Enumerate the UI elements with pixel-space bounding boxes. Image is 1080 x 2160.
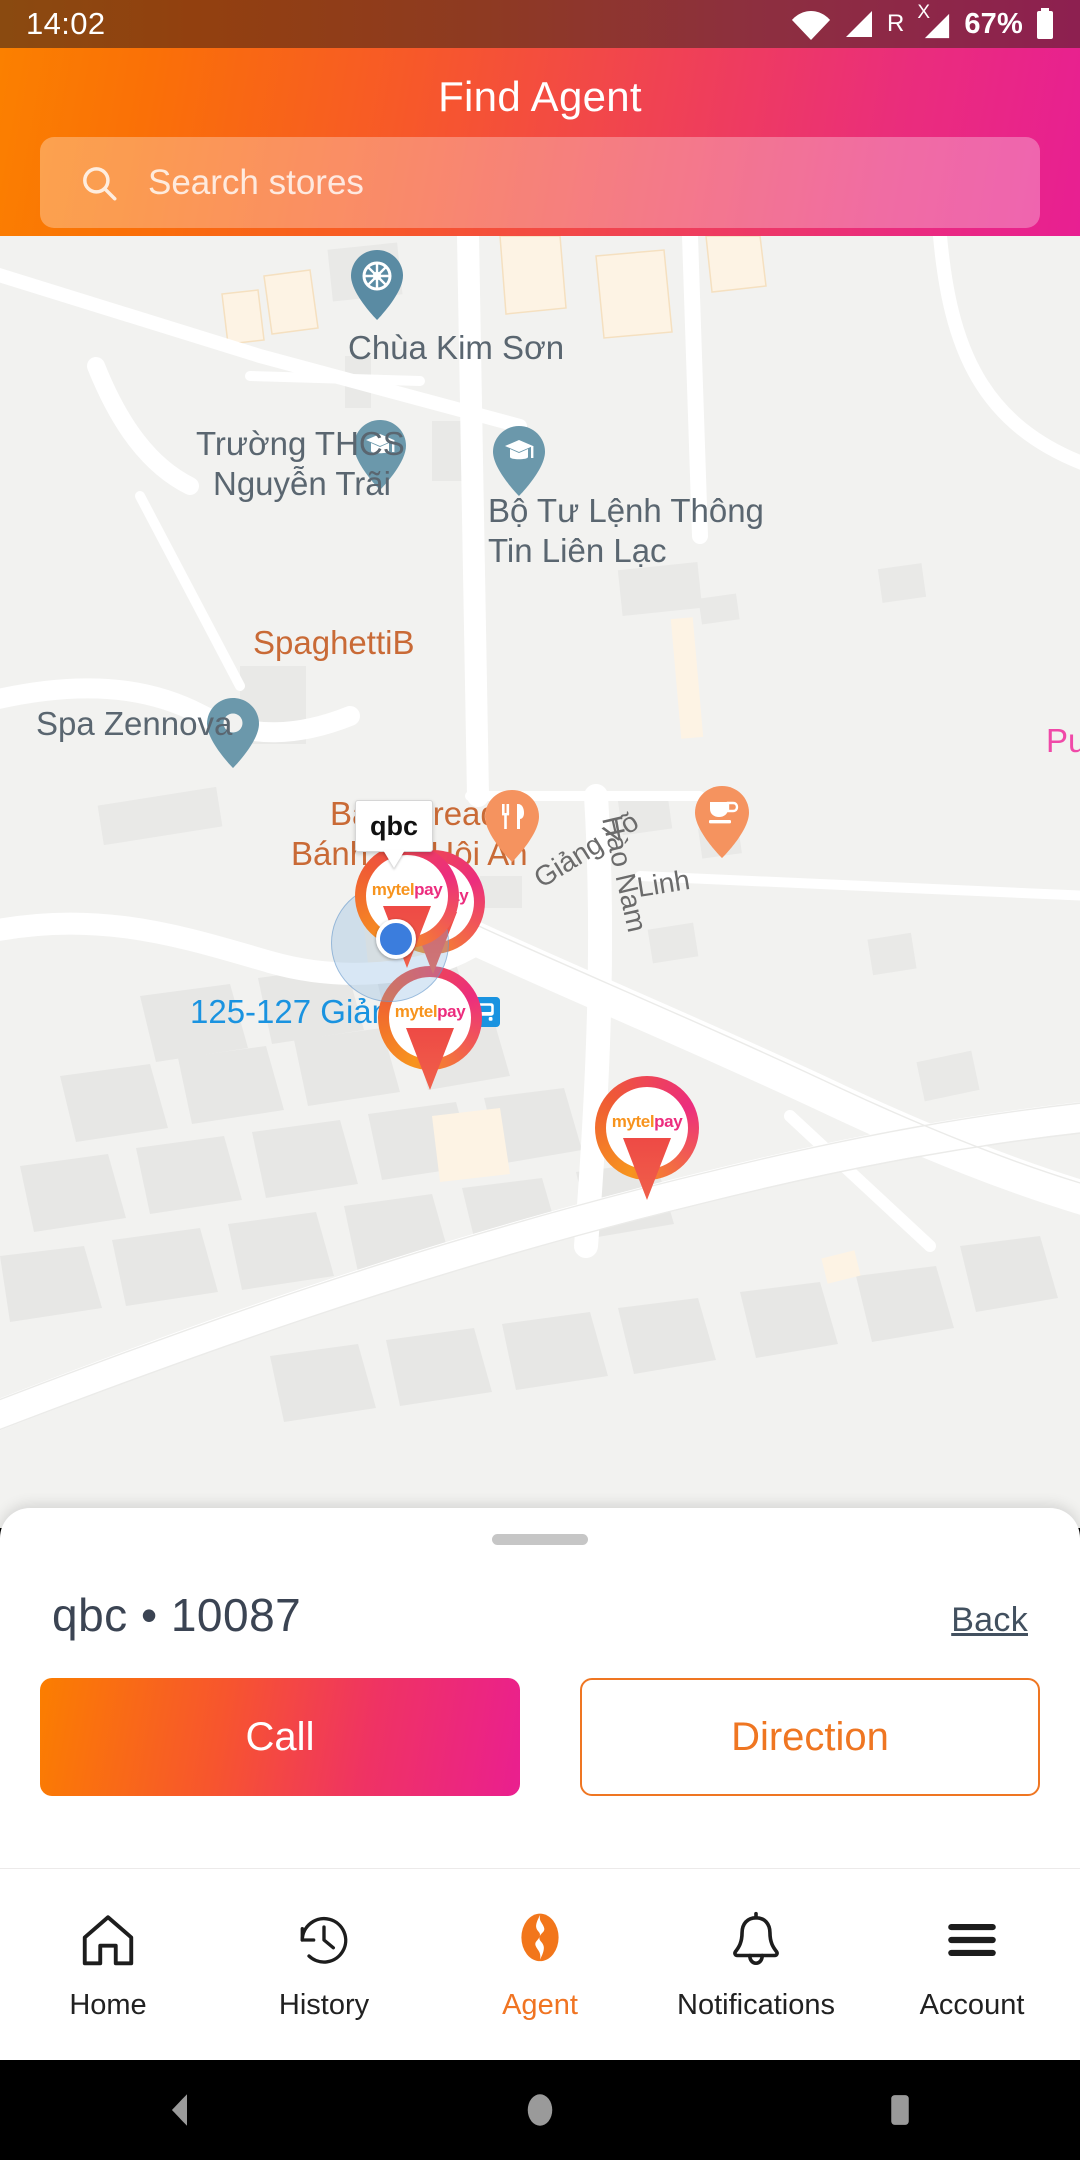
agent-name-and-code: qbc • 10087 <box>52 1589 302 1641</box>
status-clock: 14:02 <box>26 6 106 41</box>
wifi-icon <box>792 11 830 40</box>
back-link[interactable]: Back <box>951 1601 1028 1640</box>
status-bar: 14:02 R X 67% <box>0 0 1080 48</box>
tab-notifications-label: Notifications <box>677 1989 835 2021</box>
back-triangle-icon <box>171 2094 187 2126</box>
recents-square-icon <box>891 2095 909 2125</box>
agent-detail-sheet[interactable]: qbc • 10087 Back Call Direction <box>0 1508 1080 1868</box>
callout-arrow <box>383 850 405 868</box>
android-back-button[interactable] <box>80 2089 280 2131</box>
restaurant-pin[interactable] <box>484 790 540 862</box>
user-location-dot <box>376 919 416 959</box>
signal-x-icon: X <box>917 2 951 40</box>
search-icon <box>83 166 117 200</box>
school-pin-bo-tu-lenh[interactable] <box>492 426 546 496</box>
selected-marker-callout[interactable]: qbc <box>355 800 433 868</box>
sheet-action-row: Call Direction <box>0 1678 1080 1796</box>
android-navigation-bar <box>0 2060 1080 2160</box>
search-input[interactable] <box>148 162 1040 203</box>
tab-notifications[interactable]: Notifications <box>648 1869 864 2060</box>
app-header: Find Agent <box>0 48 1080 236</box>
tab-agent[interactable]: Agent <box>432 1869 648 2060</box>
signal-icon <box>846 11 872 37</box>
map-canvas[interactable]: Chùa Kim Sơn Trường THCS Nguyễn Trãi Bộ … <box>0 236 1080 1528</box>
sheet-drag-handle[interactable] <box>492 1534 588 1545</box>
roaming-indicator: R <box>887 10 905 37</box>
temple-pin[interactable] <box>350 250 404 320</box>
hamburger-menu-icon <box>941 1907 1003 1973</box>
history-clock-icon <box>293 1907 355 1973</box>
home-circle-icon <box>527 2094 553 2126</box>
tab-account-label: Account <box>919 1989 1025 2021</box>
search-bar[interactable] <box>40 137 1040 228</box>
battery-icon <box>1037 8 1053 39</box>
tab-home[interactable]: Home <box>0 1869 216 2060</box>
callout-label: qbc <box>369 810 418 841</box>
status-icons: R X 67% <box>791 2 1054 41</box>
tab-history-label: History <box>278 1989 370 2021</box>
tab-account[interactable]: Account <box>864 1869 1080 2060</box>
page-title: Find Agent <box>438 73 642 120</box>
sheet-header-row: qbc • 10087 Back <box>0 1588 1080 1642</box>
agent-map-icon <box>509 1907 571 1973</box>
coffee-pin[interactable] <box>694 786 750 858</box>
home-icon <box>77 1907 139 1973</box>
spa-pin[interactable] <box>206 698 260 768</box>
bell-icon <box>725 1907 787 1973</box>
call-button[interactable]: Call <box>40 1678 520 1796</box>
tab-home-label: Home <box>69 1989 147 2021</box>
tab-history[interactable]: History <box>216 1869 432 2060</box>
android-home-button[interactable] <box>440 2089 640 2131</box>
tab-agent-label: Agent <box>502 1989 578 2021</box>
school-pin-nguyen-trai[interactable] <box>353 420 407 490</box>
bottom-tab-bar: Home History Agent Notifications Account <box>0 1868 1080 2060</box>
direction-button[interactable]: Direction <box>580 1678 1040 1796</box>
android-recents-button[interactable] <box>800 2089 1000 2131</box>
battery-percent: 67% <box>964 7 1023 40</box>
agent-marker-linh[interactable]: mytelpay <box>595 1076 699 1204</box>
